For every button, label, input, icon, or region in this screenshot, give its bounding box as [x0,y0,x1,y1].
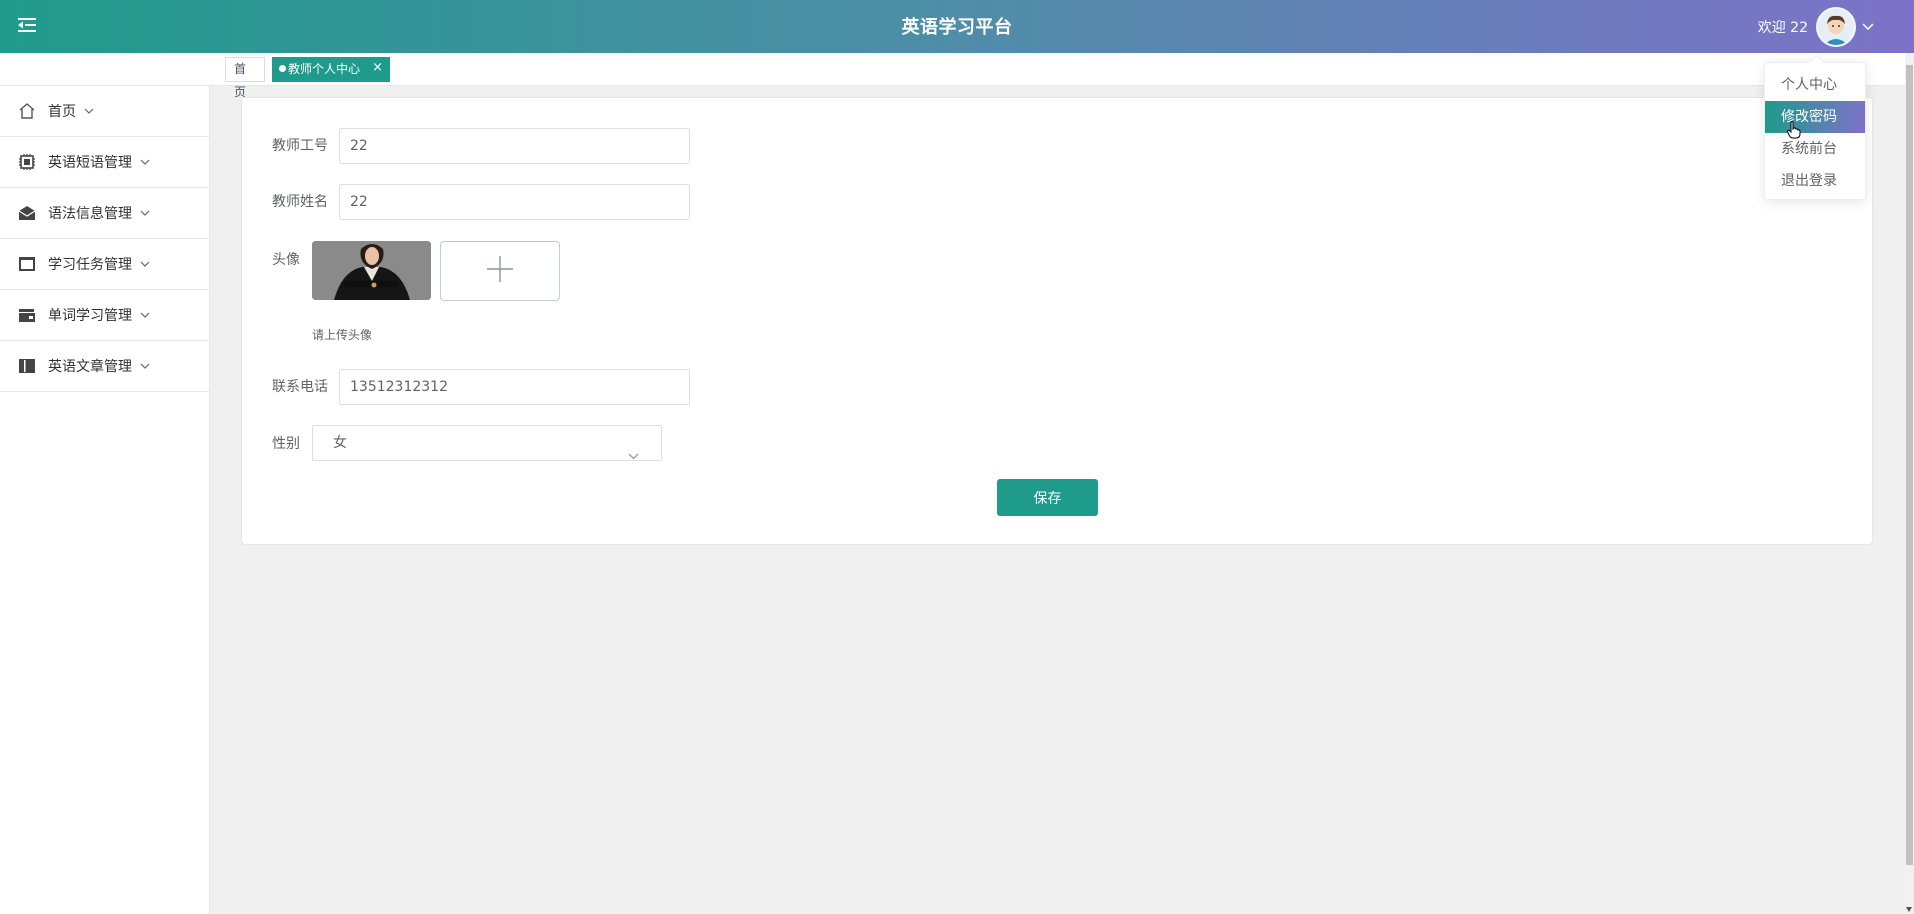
upload-tip: 请上传头像 [312,328,373,342]
user-menu-trigger[interactable]: 欢迎 22 [1758,7,1874,47]
teacher-id-label: 教师工号 [272,138,328,154]
sidebar-item-grammar[interactable]: 语法信息管理 [0,188,209,239]
wallet-icon [18,306,36,324]
tab-teacher-center-label: 教师个人中心 [288,62,361,76]
plus-icon [486,255,514,287]
phone-label: 联系电话 [272,379,328,395]
gender-select-value: 女 [333,435,347,451]
top-header: 英语学习平台 欢迎 22 [0,0,1914,53]
sidebar-item-tasks[interactable]: 学习任务管理 [0,239,209,290]
phone-input[interactable] [339,369,690,405]
sidebar-item-label: 英语文章管理 [48,359,132,375]
sidebar: 首页 英语短语管理 语法信息管理 学习任务管理 单词学习管理 英语文章管理 [0,86,210,914]
scrollbar-thumb[interactable] [1906,65,1913,865]
tab-teacher-center[interactable]: 教师个人中心 × [272,57,390,82]
chevron-down-icon [140,363,150,369]
home-icon [18,102,36,120]
gender-label: 性别 [272,436,300,452]
scroll-down-arrow-icon[interactable] [1906,907,1912,912]
teacher-name-input[interactable] [339,184,690,220]
envelope-icon [18,204,36,222]
save-button[interactable]: 保存 [997,479,1098,516]
app-root: 英语学习平台 欢迎 22 首页 教师个人中心 × 首页 英语短语管理 语法信息管… [0,0,1914,914]
menu-item-personal-center[interactable]: 个人中心 [1765,69,1865,101]
chip-icon [18,153,36,171]
chevron-down-icon [140,261,150,267]
sidebar-item-label: 语法信息管理 [48,206,132,222]
user-avatar[interactable] [1816,7,1856,47]
tab-home-label: 首页 [234,62,247,99]
welcome-text: 欢迎 22 [1757,20,1808,36]
menu-item-logout[interactable]: 退出登录 [1765,165,1865,197]
sidebar-item-label: 学习任务管理 [48,257,132,273]
chevron-down-icon [140,312,150,318]
chevron-down-icon [628,439,639,473]
user-dropdown-menu: 个人中心 修改密码 系统前台 退出登录 [1764,62,1866,200]
sidebar-item-articles[interactable]: 英语文章管理 [0,341,209,392]
chevron-down-icon [140,210,150,216]
sidebar-item-home[interactable]: 首页 [0,86,209,137]
teacher-id-input[interactable] [339,128,690,164]
columns-icon [18,357,36,375]
active-dot-icon [279,65,286,72]
menu-item-change-password[interactable]: 修改密码 [1765,101,1865,139]
sidebar-item-words[interactable]: 单词学习管理 [0,290,209,341]
chevron-down-icon [84,108,94,114]
tab-home[interactable]: 首页 [225,57,265,99]
close-icon[interactable]: × [372,56,383,79]
teacher-name-label: 教师姓名 [272,194,328,210]
tags-view: 首页 教师个人中心 × [0,53,1914,99]
sidebar-item-label: 英语短语管理 [48,155,132,171]
panel-icon [18,255,36,273]
chevron-down-icon [140,159,150,165]
app-title: 英语学习平台 [901,17,1013,38]
avatar-label: 头像 [272,252,300,268]
chevron-down-icon[interactable] [1862,23,1874,31]
sidebar-item-label: 单词学习管理 [48,308,132,324]
profile-form-card: 教师工号 教师姓名 头像 请上传 [241,97,1873,545]
page-scrollbar[interactable] [1905,53,1914,914]
avatar-upload-button[interactable] [440,241,560,301]
avatar-preview-image[interactable] [312,241,431,300]
sidebar-item-label: 首页 [48,104,76,120]
sidebar-item-phrases[interactable]: 英语短语管理 [0,137,209,188]
menu-item-frontend[interactable]: 系统前台 [1765,133,1865,165]
gender-select[interactable]: 女 [312,425,662,461]
